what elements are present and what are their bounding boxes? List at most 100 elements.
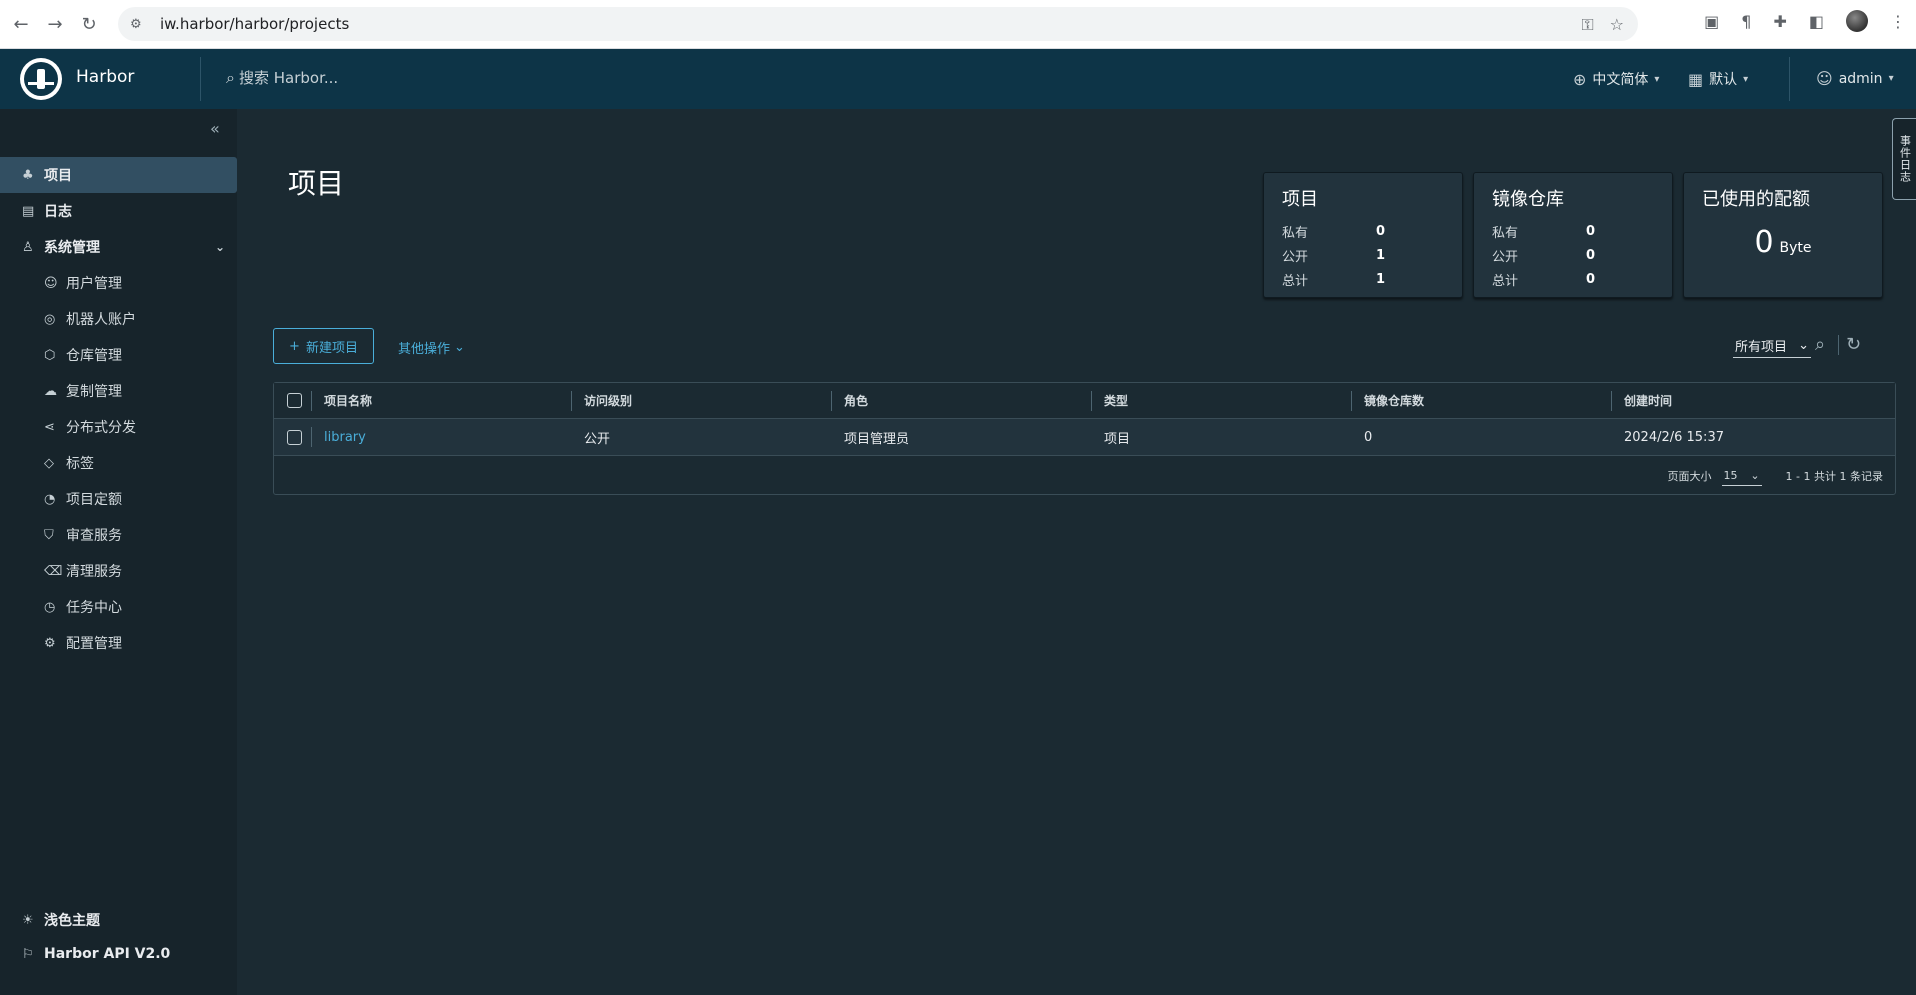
refresh-icon[interactable]: ↻ [1846, 334, 1861, 355]
dashboard-icon: ◷ [44, 599, 56, 615]
sun-icon: ☀ [22, 912, 34, 928]
sidebar-item-label: 日志 [44, 204, 72, 220]
header-divider [1789, 57, 1790, 101]
stat-row-private: 私有 0 [1492, 219, 1654, 243]
language-label: 中文简体 [1592, 72, 1649, 88]
back-icon[interactable]: ← [6, 9, 36, 39]
column-header-type[interactable]: 类型 [1104, 383, 1128, 418]
sidebar-item-distributions[interactable]: ⋖ 分布式分发 [0, 409, 237, 445]
chevron-down-icon: ⌄ [1750, 469, 1760, 482]
light-theme-toggle[interactable]: ☀ 浅色主题 [22, 910, 100, 930]
search-icon[interactable]: ⌕ [1815, 334, 1825, 355]
stat-row-public: 公开 1 [1282, 243, 1444, 267]
profile-avatar[interactable] [1846, 10, 1868, 32]
column-separator [311, 391, 312, 411]
calendar-icon: ▦ [1688, 69, 1704, 89]
bookmark-star-icon[interactable]: ☆ [1610, 15, 1624, 35]
browser-menu-icon[interactable]: ⋮ [1890, 12, 1906, 31]
chevron-down-icon[interactable]: ⌄ [215, 240, 225, 254]
other-actions-dropdown[interactable]: 其他操作 ⌄ [398, 338, 465, 357]
collapse-sidebar-icon[interactable]: « [210, 119, 220, 138]
sidebar-item-label: 复制管理 [66, 384, 122, 400]
global-search[interactable]: ⌕ 搜索 Harbor... [226, 67, 338, 88]
column-separator[interactable] [831, 391, 832, 411]
search-input[interactable]: 搜索 Harbor... [239, 67, 338, 88]
sidebar-item-label: 配置管理 [66, 636, 122, 652]
access-level-cell: 公开 [584, 431, 611, 447]
extensions-puzzle-icon[interactable]: ✚ [1773, 12, 1786, 31]
registry-icon: ⬡ [44, 347, 56, 363]
other-actions-label: 其他操作 [398, 342, 451, 357]
user-menu[interactable]: ☺ admin ▾ [1816, 69, 1894, 88]
sidebar-item-replications[interactable]: ☁ 复制管理 [0, 373, 237, 409]
user-icon: ☺ [1816, 69, 1833, 88]
column-header-repo-count[interactable]: 镜像仓库数 [1364, 383, 1424, 418]
stat-value: 0 [1586, 247, 1596, 263]
extension-pilcrow-icon[interactable]: ¶ [1741, 12, 1751, 31]
distribution-icon: ⋖ [44, 419, 55, 435]
sidebar-item-robot-accounts[interactable]: ◎ 机器人账户 [0, 301, 237, 337]
sidebar-item-labels[interactable]: ◇ 标签 [0, 445, 237, 481]
reload-icon[interactable]: ↻ [74, 9, 104, 39]
gear-icon: ⚙ [44, 635, 56, 651]
quota-number: 0 [1754, 225, 1774, 260]
sidebar-item-clean-up[interactable]: ⌫ 清理服务 [0, 553, 237, 589]
sidebar-item-interrogation-services[interactable]: ⛉ 审查服务 [0, 517, 237, 553]
chevron-down-icon: ⌄ [454, 340, 465, 355]
harbor-logo[interactable] [20, 58, 62, 100]
column-separator[interactable] [1091, 391, 1092, 411]
trash-icon: ⌫ [44, 563, 63, 579]
stat-row-total: 总计 0 [1492, 267, 1654, 291]
sidebar-item-logs[interactable]: ▤ 日志 [0, 193, 237, 229]
theme-label: 浅色主题 [44, 913, 100, 929]
page-size-select[interactable]: 15 ⌄ [1721, 466, 1762, 486]
side-panel-icon[interactable]: ◧ [1809, 12, 1824, 31]
sidebar-item-job-service[interactable]: ◷ 任务中心 [0, 589, 237, 625]
column-header-access-level[interactable]: 访问级别 [584, 383, 632, 418]
sidebar-item-label: 审查服务 [66, 528, 122, 544]
select-all-checkbox[interactable] [287, 383, 302, 418]
url-text[interactable]: iw.harbor/harbor/projects [160, 15, 349, 33]
stat-row-public: 公开 0 [1492, 243, 1654, 267]
replication-icon: ☁ [44, 383, 57, 399]
new-project-button[interactable]: + 新建项目 [273, 328, 374, 364]
sidebar-item-configuration[interactable]: ⚙ 配置管理 [0, 625, 237, 661]
language-switcher[interactable]: ⊕ 中文简体 ▾ [1573, 69, 1659, 89]
browser-toolbar: ← → ↻ ⚙ iw.harbor/harbor/projects ⚿ ☆ ▣ … [0, 0, 1916, 49]
forward-icon[interactable]: → [40, 9, 70, 39]
sidebar-item-administration[interactable]: ♙ 系统管理 ⌄ [0, 229, 237, 265]
harbor-api-link[interactable]: ⚐ Harbor API V2.0 [22, 946, 170, 962]
table-row[interactable]: library 公开 项目管理员 项目 0 2024/2/6 15:37 [274, 419, 1895, 456]
event-log-tab[interactable]: 事件日志 [1892, 118, 1916, 200]
sidebar-item-registries[interactable]: ⬡ 仓库管理 [0, 337, 237, 373]
row-checkbox[interactable] [287, 419, 302, 455]
username: admin [1838, 70, 1883, 87]
column-separator[interactable] [1351, 391, 1352, 411]
sidebar-item-project-quotas[interactable]: ◔ 项目定额 [0, 481, 237, 517]
project-filter-select[interactable]: 所有项目 ⌄ [1733, 334, 1811, 358]
project-name-link[interactable]: library [324, 419, 366, 455]
site-info-icon[interactable]: ⚙ [130, 17, 152, 32]
date-format-switcher[interactable]: ▦ 默认 ▾ [1688, 69, 1748, 89]
sidebar-item-label: 标签 [66, 456, 94, 472]
projects-table: 项目名称 访问级别 角色 类型 镜像仓库数 创建时间 library 公开 项目… [273, 382, 1896, 495]
table-footer: 页面大小 15 ⌄ 1 - 1 共计 1 条记录 [274, 456, 1895, 496]
column-header-role[interactable]: 角色 [844, 383, 868, 418]
key-icon[interactable]: ⚿ [1581, 15, 1593, 35]
filter-value: 所有项目 [1735, 340, 1788, 355]
brand-name[interactable]: Harbor [76, 67, 134, 87]
stat-label: 公开 [1492, 249, 1519, 265]
sidebar-item-users[interactable]: ☺ 用户管理 [0, 265, 237, 301]
address-bar[interactable]: ⚙ iw.harbor/harbor/projects ⚿ ☆ [118, 7, 1638, 41]
shield-icon: ⛉ [44, 527, 54, 543]
column-header-name[interactable]: 项目名称 [324, 383, 372, 418]
stat-label: 私有 [1282, 225, 1309, 241]
api-label: Harbor API V2.0 [44, 946, 171, 962]
column-separator[interactable] [1611, 391, 1612, 411]
column-header-creation-time[interactable]: 创建时间 [1624, 383, 1672, 418]
sidebar-item-projects[interactable]: ♣ 项目 [0, 157, 237, 193]
log-icon: ▤ [22, 203, 35, 219]
tag-icon: ◇ [44, 455, 54, 471]
column-separator[interactable] [571, 391, 572, 411]
incognito-icon[interactable]: ▣ [1704, 12, 1719, 31]
